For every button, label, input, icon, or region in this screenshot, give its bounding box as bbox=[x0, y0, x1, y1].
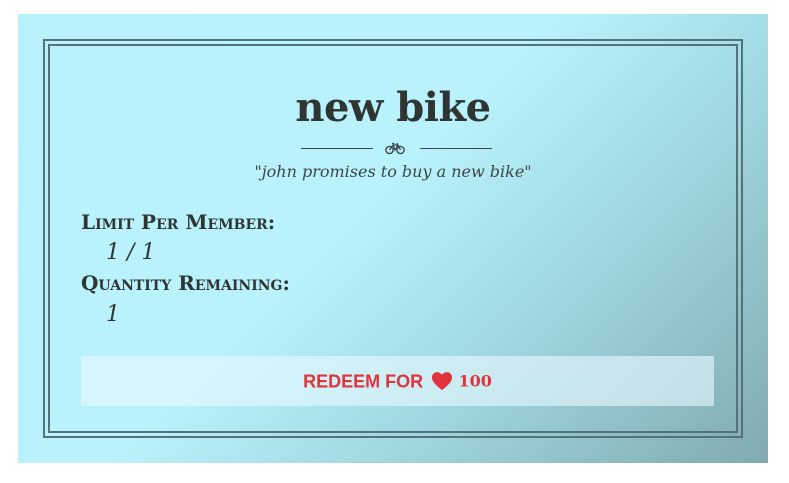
heart-icon bbox=[431, 372, 452, 391]
bicycle-icon bbox=[385, 142, 405, 155]
card-frame-outer: new bike "john promises to buy a new bik… bbox=[43, 39, 743, 438]
reward-card: new bike "john promises to buy a new bik… bbox=[18, 14, 768, 463]
divider-line-left bbox=[301, 148, 373, 149]
card-frame-inner: new bike "john promises to buy a new bik… bbox=[48, 44, 738, 433]
title-divider bbox=[50, 141, 736, 155]
redeem-button-label: REDEEM FOR bbox=[303, 371, 424, 392]
redeem-cost: 100 bbox=[458, 371, 492, 391]
redeem-button[interactable]: REDEEM FOR 100 bbox=[81, 356, 714, 406]
limit-per-member-label: Limit Per Member: bbox=[81, 210, 276, 234]
limit-per-member-value: 1 / 1 bbox=[106, 240, 156, 265]
quantity-remaining-label: Quantity Remaining: bbox=[81, 271, 290, 295]
reward-title: new bike bbox=[295, 84, 491, 131]
quantity-remaining-value: 1 bbox=[106, 302, 120, 327]
reward-description: "john promises to buy a new bike" bbox=[254, 162, 532, 181]
divider-line-right bbox=[420, 148, 492, 149]
